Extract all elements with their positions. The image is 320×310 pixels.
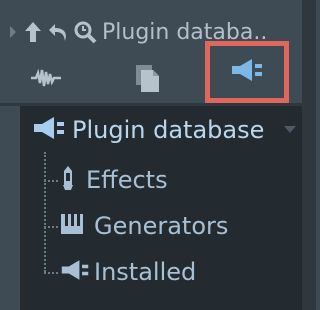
tree-node-label: Installed [94,258,197,286]
scrollbar-track[interactable] [302,0,316,310]
plugin-icon [32,116,66,144]
search-icon[interactable] [72,17,98,47]
undo-icon[interactable] [46,17,72,47]
tree-node-plugin-database[interactable]: Plugin database [32,112,264,148]
keyboard-icon [60,213,84,239]
document-icon [134,63,160,97]
plugin-icon [60,259,90,285]
tree-node-effects[interactable]: Effects [60,163,168,197]
tab-documents[interactable] [124,58,170,102]
plugin-tree: Plugin database Effects Generators Insta… [20,106,302,310]
tree-guide-line [44,272,58,274]
waveform-icon [30,68,62,92]
tree-node-label: Effects [86,166,168,194]
tree-node-label: Generators [94,212,229,240]
tree-node-label: Plugin database [72,116,265,144]
chevron-right-icon[interactable] [6,17,20,47]
tree-node-installed[interactable]: Installed [60,255,196,289]
effects-icon [60,165,76,195]
chevron-down-icon[interactable] [284,126,296,133]
browser-tabs [0,41,300,103]
tree-node-generators[interactable]: Generators [60,209,228,243]
tab-plugin-database[interactable] [205,41,289,103]
tree-guide-line [44,152,46,272]
arrow-up-icon[interactable] [20,17,46,47]
browser-title: Plugin databa.. [102,19,268,45]
plugin-icon [230,58,264,86]
tree-guide-line [44,226,58,228]
tree-guide-line [44,180,58,182]
browser-toolbar: Plugin databa.. [6,14,267,50]
tab-waveform[interactable] [22,58,70,102]
plugin-browser-panel: Plugin databa.. Plugin database Effects … [0,0,316,310]
